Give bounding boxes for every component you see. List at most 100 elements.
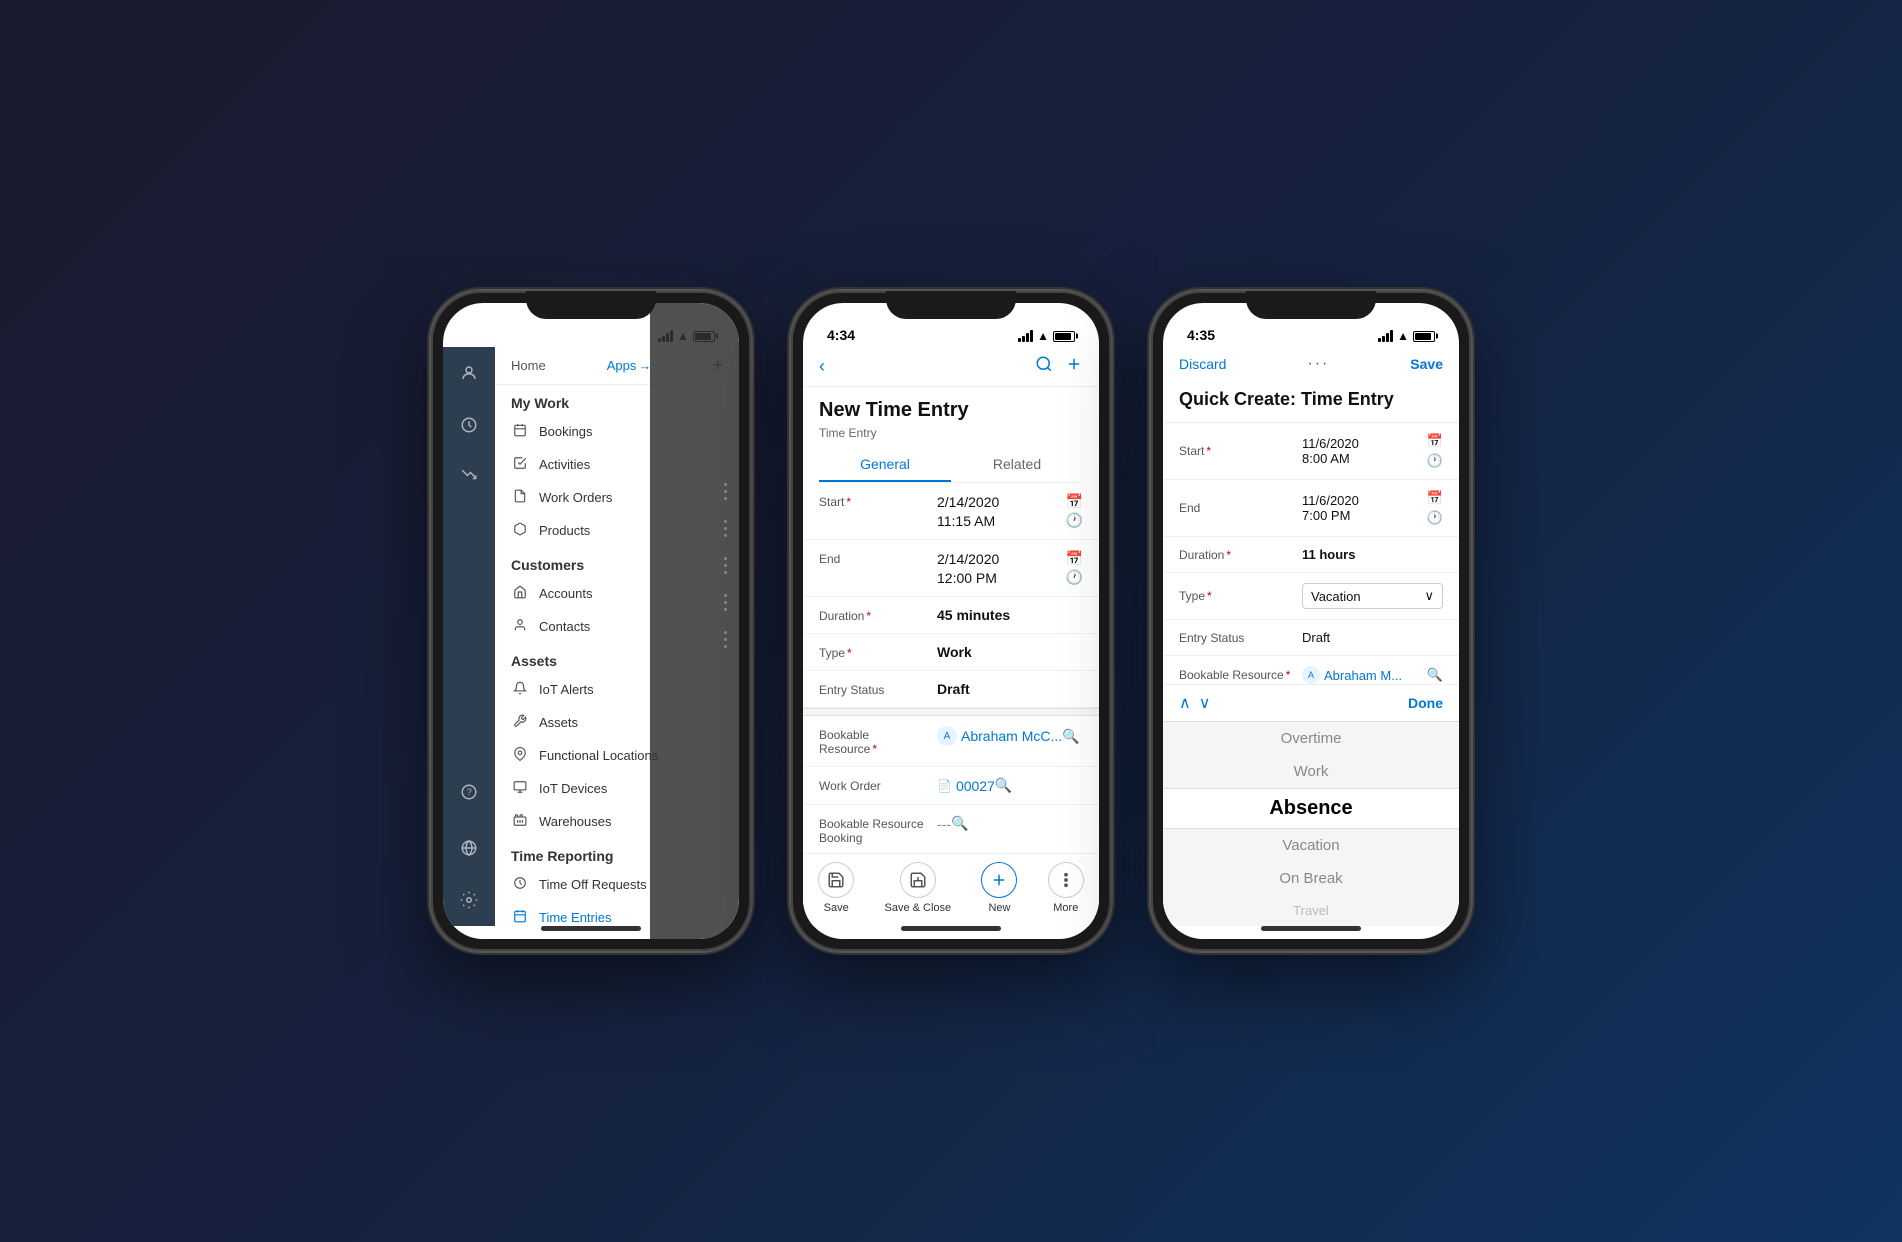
time-entries-label: Time Entries — [539, 910, 611, 925]
quick-field-start: Start* 11/6/2020 8:00 AM 📅 🕐 — [1163, 423, 1459, 480]
warehouses-label: Warehouses — [539, 814, 612, 829]
sidebar-globe-icon[interactable] — [451, 830, 487, 866]
more-button[interactable]: ··· — [1307, 355, 1329, 373]
field-entry-status: Entry Status Draft — [803, 671, 1099, 708]
field-type: Type* Work — [803, 634, 1099, 671]
activities-label: Activities — [539, 457, 590, 472]
search-icon3[interactable]: 🔍 — [1062, 728, 1079, 745]
contacts-icon — [511, 618, 529, 635]
new-toolbar-btn[interactable]: New — [981, 862, 1017, 914]
products-icon — [511, 522, 529, 539]
save-close-label: Save & Close — [884, 902, 951, 914]
picker-vacation[interactable]: Vacation — [1163, 829, 1459, 862]
phone1-notch — [526, 291, 656, 319]
phone3-home-indicator — [1261, 926, 1361, 931]
nav-apps-link[interactable]: Apps → — [607, 358, 652, 373]
quick-duration-label: Duration* — [1179, 548, 1294, 562]
resource-name[interactable]: Abraham McC... — [961, 728, 1062, 744]
contacts-label: Contacts — [539, 619, 590, 634]
search-icon7[interactable]: 🔍 — [1427, 667, 1443, 683]
nav-screen: ? — [443, 347, 739, 926]
done-button[interactable]: Done — [1408, 695, 1443, 711]
functional-locations-label: Functional Locations — [539, 748, 658, 763]
search-icon4[interactable]: 🔍 — [995, 777, 1012, 794]
form-header: ‹ — [803, 347, 1099, 387]
nav-up-arrow[interactable]: ∧ — [1179, 693, 1191, 713]
quick-bookable-resource-label: Bookable Resource* — [1179, 668, 1294, 682]
quick-start-label: Start* — [1179, 444, 1294, 458]
time-entries-icon — [511, 909, 529, 926]
add-button[interactable] — [1065, 355, 1083, 378]
tab-related[interactable]: Related — [951, 448, 1083, 482]
assets-label: Assets — [539, 715, 578, 730]
sidebar-help-icon[interactable]: ? — [451, 774, 487, 810]
phone-1: ▲ — [431, 291, 751, 951]
phone2-status-icons: ▲ — [1018, 329, 1075, 343]
resource-name2[interactable]: Abraham M... — [1324, 668, 1402, 683]
phone1-home-indicator — [541, 926, 641, 931]
chevron-down-icon: ∨ — [1424, 588, 1434, 604]
picker-work[interactable]: Work — [1163, 755, 1459, 788]
quick-field-duration: Duration* 11 hours — [1163, 537, 1459, 573]
back-button[interactable]: ‹ — [819, 356, 825, 377]
nav-down-arrow[interactable]: ∨ — [1199, 693, 1211, 713]
clock-icon3: 🕐 — [1427, 453, 1443, 469]
accounts-icon — [511, 585, 529, 602]
clock-icon2: 🕐 — [1066, 569, 1083, 586]
sidebar-settings-icon[interactable] — [451, 882, 487, 918]
field-end-time: 12:00 PM 🕐 — [937, 569, 1083, 586]
picker-on-break[interactable]: On Break — [1163, 862, 1459, 895]
form-screen: ‹ New Time Entry Time Entry — [803, 347, 1099, 926]
field-start-values: 2/14/2020 📅 11:15 AM 🕐 — [937, 493, 1083, 529]
nav-home-link[interactable]: Home — [511, 358, 546, 373]
search-button[interactable] — [1035, 355, 1053, 378]
sidebar-clock-icon[interactable] — [451, 407, 487, 443]
picker-absence[interactable]: Absence — [1163, 788, 1459, 829]
sidebar-person-icon[interactable] — [451, 355, 487, 391]
save-icon — [818, 862, 854, 898]
search-icon5[interactable]: 🔍 — [951, 815, 968, 832]
functional-locations-icon — [511, 747, 529, 764]
time-off-icon — [511, 876, 529, 893]
tab-general[interactable]: General — [819, 448, 951, 482]
field-bookable-resource-label: Bookable Resource* — [819, 726, 929, 756]
calendar-icon3: 📅 — [1427, 433, 1443, 449]
field-work-order: Work Order 📄 00027 🔍 — [803, 767, 1099, 805]
quick-nav-arrows: ∧ ∨ — [1179, 693, 1210, 713]
quick-type-value[interactable]: Vacation ∨ — [1302, 583, 1443, 609]
phone1-time — [467, 327, 471, 343]
save-button[interactable]: Save — [1410, 356, 1443, 372]
clock-icon: 🕐 — [1066, 512, 1083, 529]
form-toolbar: Save Save & Close New — [803, 853, 1099, 926]
work-order-number[interactable]: 00027 — [956, 778, 995, 794]
save-toolbar-btn[interactable]: Save — [818, 862, 854, 914]
phones-container: ▲ — [391, 251, 1511, 991]
wifi-icon3: ▲ — [1397, 329, 1409, 343]
field-type-label: Type* — [819, 644, 929, 660]
discard-button[interactable]: Discard — [1179, 356, 1226, 372]
more-toolbar-btn[interactable]: More — [1048, 862, 1084, 914]
work-orders-label: Work Orders — [539, 490, 612, 505]
field-duration-label: Duration* — [819, 607, 929, 623]
form-fields: Start* 2/14/2020 📅 11:15 AM 🕐 — [803, 483, 1099, 853]
sidebar-chart-icon[interactable] — [451, 459, 487, 495]
phone3-status-icons: ▲ — [1378, 329, 1435, 343]
form-tabs: General Related — [819, 448, 1083, 483]
quick-field-type: Type* Vacation ∨ — [1163, 573, 1459, 620]
save-close-toolbar-btn[interactable]: Save & Close — [884, 862, 951, 914]
field-end-label: End — [819, 550, 929, 566]
field-bookable-resource: Bookable Resource* A Abraham McC... 🔍 — [803, 716, 1099, 767]
time-off-label: Time Off Requests — [539, 877, 647, 892]
field-work-order-value: 📄 00027 🔍 — [937, 777, 1012, 794]
field-bookable-resource-value: A Abraham McC... 🔍 — [937, 726, 1080, 746]
phone2-notch — [886, 291, 1016, 319]
work-order-icon: 📄 — [937, 779, 952, 793]
work-orders-icon — [511, 489, 529, 506]
type-select[interactable]: Vacation ∨ — [1302, 583, 1443, 609]
picker-travel[interactable]: Travel — [1163, 895, 1459, 926]
field-end: End 2/14/2020 📅 12:00 PM 🕐 — [803, 540, 1099, 597]
picker-overtime[interactable]: Overtime — [1163, 722, 1459, 755]
calendar-icon4: 📅 — [1427, 490, 1443, 506]
type-select-value: Vacation — [1311, 589, 1361, 604]
bookings-icon — [511, 423, 529, 440]
